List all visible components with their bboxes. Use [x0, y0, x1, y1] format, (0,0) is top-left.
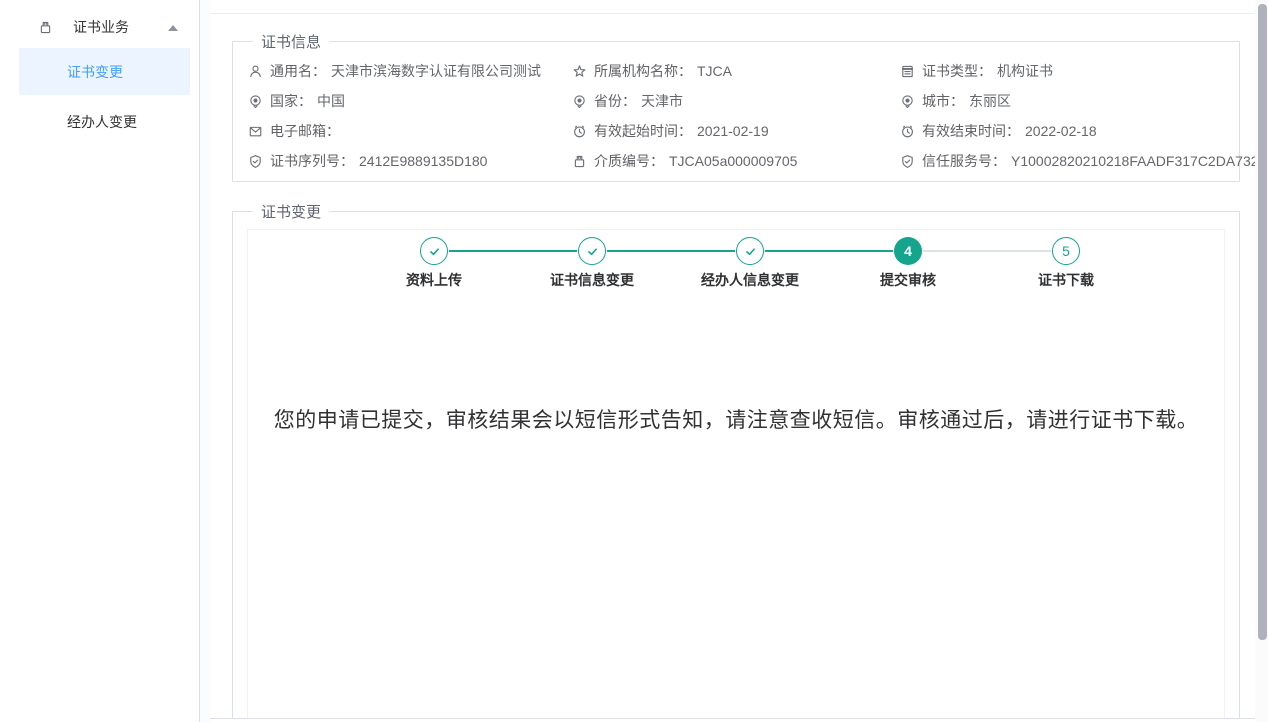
field-value: 东丽区 [969, 91, 1011, 111]
step-submit-review: 4 提交审核 [829, 237, 987, 290]
step-label: 证书信息变更 [550, 270, 634, 290]
cert-change-section: 证书变更 资料上传 证书信息变更 [232, 201, 1240, 719]
star-icon [572, 64, 587, 79]
main-panel: 证书信息 通用名： 天津市滨海数字认证有限公司测试 所属机构名称： TJCA [210, 13, 1257, 719]
step-cert-download: 5 证书下载 [987, 237, 1145, 290]
field-label: 电子邮箱： [270, 121, 340, 141]
field-trust-service-number: 信任服务号： Y10002820210218FAADF317C2DA7326 [900, 146, 1257, 176]
sidebar-item-label: 证书变更 [67, 62, 123, 82]
field-label: 证书序列号： [270, 151, 354, 171]
shield-check-icon [248, 154, 263, 169]
step-label: 提交审核 [880, 270, 936, 290]
content-gap [200, 0, 210, 722]
field-value: Y10002820210218FAADF317C2DA7326 [1011, 153, 1257, 169]
submit-result-message: 您的申请已提交，审核结果会以短信形式告知，请注意查收短信。审核通过后，请进行证书… [248, 404, 1224, 434]
vertical-scrollbar-track[interactable] [1255, 0, 1268, 722]
field-value: 中国 [317, 91, 345, 111]
step-content-box: 资料上传 证书信息变更 经办人信息变更 [247, 229, 1225, 719]
cert-info-grid: 通用名： 天津市滨海数字认证有限公司测试 所属机构名称： TJCA 证书类型： … [233, 52, 1239, 176]
field-common-name: 通用名： 天津市滨海数字认证有限公司测试 [248, 56, 572, 86]
progress-stepper: 资料上传 证书信息变更 经办人信息变更 [355, 237, 1145, 290]
sidebar-item-cert-change[interactable]: 证书变更 [19, 48, 190, 95]
usb-icon [38, 20, 53, 35]
field-valid-from: 有效起始时间： 2021-02-19 [572, 116, 900, 146]
sidebar: 证书业务 证书变更 经办人变更 [0, 0, 200, 722]
shield-check-icon [900, 154, 915, 169]
step-label: 经办人信息变更 [701, 270, 799, 290]
field-serial-number: 证书序列号： 2412E9889135D180 [248, 146, 572, 176]
step-label: 资料上传 [406, 270, 462, 290]
memo-icon [900, 64, 915, 79]
sidebar-item-label: 经办人变更 [67, 112, 137, 132]
mail-icon [248, 124, 263, 139]
field-media-number: 介质编号： TJCA05a000009705 [572, 146, 900, 176]
field-label: 介质编号： [594, 151, 664, 171]
step-label: 证书下载 [1038, 270, 1094, 290]
field-value: 2022-02-18 [1025, 123, 1097, 139]
field-value: 天津市 [641, 91, 683, 111]
field-label: 有效起始时间： [594, 121, 692, 141]
user-icon [248, 64, 263, 79]
field-label: 省份： [594, 91, 636, 111]
field-label: 城市： [922, 91, 964, 111]
step-agent-info-change: 经办人信息变更 [671, 237, 829, 290]
step-done-icon [420, 237, 448, 265]
field-email: 电子邮箱： [248, 116, 572, 146]
field-value: TJCA05a000009705 [669, 153, 797, 169]
sidebar-group-cert-business[interactable]: 证书业务 [0, 9, 199, 45]
field-label: 国家： [270, 91, 312, 111]
field-value: TJCA [697, 63, 732, 79]
field-label: 有效结束时间： [922, 121, 1020, 141]
field-valid-to: 有效结束时间： 2022-02-18 [900, 116, 1257, 146]
sidebar-item-agent-change[interactable]: 经办人变更 [19, 98, 190, 145]
clock-icon [572, 124, 587, 139]
field-org-name: 所属机构名称： TJCA [572, 56, 900, 86]
step-number-badge: 4 [894, 237, 922, 265]
cert-info-legend: 证书信息 [253, 31, 329, 52]
usb-icon [572, 154, 587, 169]
clock-icon [900, 124, 915, 139]
step-upload: 资料上传 [355, 237, 513, 290]
field-cert-type: 证书类型： 机构证书 [900, 56, 1257, 86]
field-value: 机构证书 [997, 61, 1053, 81]
chevron-up-icon[interactable] [168, 25, 178, 31]
field-province: 省份： 天津市 [572, 86, 900, 116]
step-done-icon [578, 237, 606, 265]
sidebar-group-label: 证书业务 [73, 17, 129, 37]
vertical-scrollbar-thumb[interactable] [1258, 4, 1267, 640]
field-label: 信任服务号： [922, 151, 1006, 171]
field-value: 2412E9889135D180 [359, 153, 487, 169]
field-value: 天津市滨海数字认证有限公司测试 [331, 61, 541, 81]
location-pin-icon [572, 94, 587, 109]
location-pin-icon [248, 94, 263, 109]
field-city: 城市： 东丽区 [900, 86, 1257, 116]
cert-change-legend: 证书变更 [253, 201, 329, 222]
field-label: 所属机构名称： [594, 61, 692, 81]
field-label: 证书类型： [922, 61, 992, 81]
step-done-icon [736, 237, 764, 265]
location-pin-icon [900, 94, 915, 109]
step-cert-info-change: 证书信息变更 [513, 237, 671, 290]
field-country: 国家： 中国 [248, 86, 572, 116]
field-value: 2021-02-19 [697, 123, 769, 139]
field-label: 通用名： [270, 61, 326, 81]
cert-info-section: 证书信息 通用名： 天津市滨海数字认证有限公司测试 所属机构名称： TJCA [232, 31, 1240, 182]
step-number-badge: 5 [1052, 237, 1080, 265]
